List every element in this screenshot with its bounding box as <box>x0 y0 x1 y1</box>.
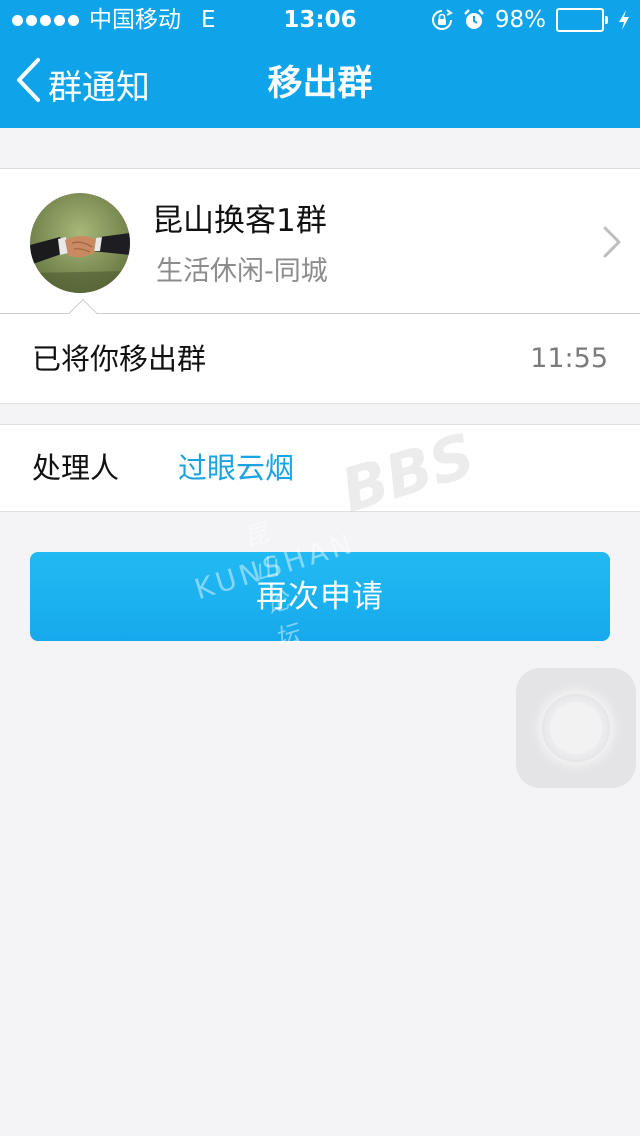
assistive-touch-button[interactable] <box>516 668 636 788</box>
status-right: 98% <box>431 0 630 40</box>
handler-name-link[interactable]: 过眼云烟 <box>178 425 294 511</box>
notification-message-row: 已将你移出群 11:55 <box>0 314 640 404</box>
back-button[interactable]: 群通知 <box>14 40 150 128</box>
battery-percent: 98% <box>494 7 546 33</box>
handshake-photo-icon <box>30 193 130 293</box>
status-bar: 中国移动 E 13:06 98% <box>0 0 640 40</box>
handler-row: 处理人 过眼云烟 <box>0 424 640 512</box>
back-label: 群通知 <box>48 67 150 108</box>
reapply-button[interactable]: 再次申请 <box>30 552 610 641</box>
chevron-right-icon <box>602 225 622 263</box>
notification-message: 已将你移出群 <box>32 342 207 376</box>
handler-label: 处理人 <box>32 451 120 485</box>
group-avatar <box>30 193 130 293</box>
notification-time: 11:55 <box>530 343 608 374</box>
group-category: 生活休闲-同城 <box>156 256 328 287</box>
chevron-left-icon <box>14 57 42 112</box>
group-name: 昆山换客1群 <box>152 203 327 239</box>
rotation-lock-icon <box>431 9 453 31</box>
screen: 中国移动 E 13:06 98% 群通知 移出群 昆山换客1群 生活休闲-同城 … <box>0 0 640 1136</box>
alarm-icon <box>463 9 485 31</box>
battery-icon <box>556 8 608 32</box>
assistive-touch-icon <box>542 694 610 762</box>
group-card[interactable]: 昆山换客1群 生活休闲-同城 <box>0 168 640 314</box>
navigation-bar: 群通知 移出群 <box>0 40 640 128</box>
top-bar: 中国移动 E 13:06 98% 群通知 移出群 <box>0 0 640 128</box>
charging-bolt-icon <box>618 9 630 31</box>
